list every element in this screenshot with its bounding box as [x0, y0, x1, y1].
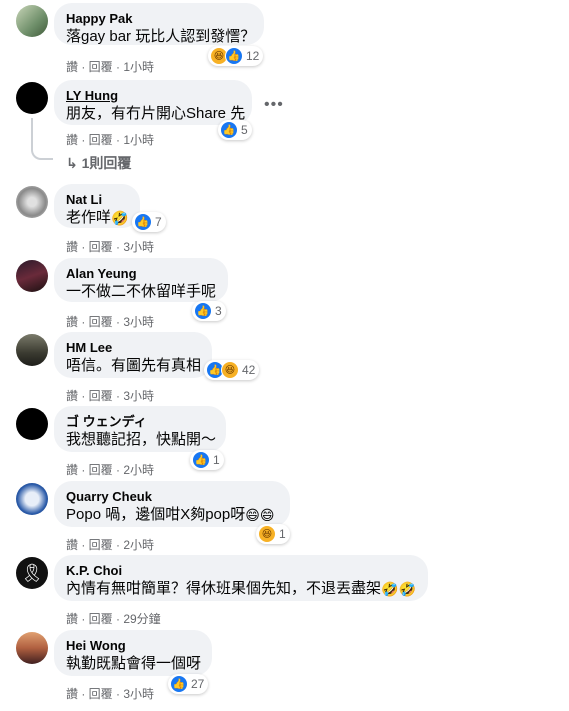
- commenter-name[interactable]: Nat Li: [66, 192, 128, 208]
- reaction-summary[interactable]: 👍 27: [168, 674, 209, 694]
- reaction-summary[interactable]: 👍 5: [218, 120, 252, 140]
- comment-bubble: Alan Yeung 一不做二不休留咩手呢: [54, 258, 228, 302]
- commenter-name[interactable]: Hei Wong: [66, 638, 200, 654]
- more-options-icon[interactable]: •••: [264, 96, 284, 114]
- commenter-name[interactable]: Happy Pak: [66, 11, 252, 27]
- laugh-emoji: 🤣: [111, 210, 129, 226]
- commenter-name[interactable]: HM Lee: [66, 340, 200, 356]
- like-icon: 👍: [225, 47, 243, 65]
- reaction-count: 3: [215, 304, 222, 318]
- reaction-count: 1: [279, 527, 286, 541]
- like-icon: 👍: [194, 302, 212, 320]
- comment-text: 朋友，有冇片開心Share 先: [66, 105, 246, 122]
- reaction-summary[interactable]: 👍 3: [192, 301, 226, 321]
- replies-label: 1則回覆: [81, 155, 132, 171]
- like-icon: 👍: [170, 675, 188, 693]
- comment-bubble: ゴ ウェンディ 我想聽記招，快點開～: [54, 406, 226, 452]
- laugh-emoji: 🤣🤣: [381, 581, 416, 597]
- avatar[interactable]: [16, 334, 48, 366]
- comment-actions[interactable]: 讚 · 回覆 · 1小時: [66, 58, 154, 75]
- reaction-count: 12: [246, 49, 260, 63]
- comment-actions[interactable]: 讚 · 回覆 · 29分鐘: [66, 610, 161, 627]
- comment-text: 落gay bar 玩比人認到發㦒？: [66, 28, 256, 45]
- reaction-summary[interactable]: 👍 😆 42: [204, 360, 260, 380]
- reaction-count: 42: [242, 363, 256, 377]
- comment-actions[interactable]: 讚 · 回覆 · 3小時: [66, 313, 154, 330]
- reaction-summary[interactable]: 😆 1: [256, 524, 290, 544]
- avatar[interactable]: [16, 408, 48, 440]
- comment-bubble: Hei Wong 執勤既點會得一個呀: [54, 630, 212, 676]
- comment-bubble: Nat Li 老作咩🤣: [54, 184, 140, 228]
- comment-actions[interactable]: 讚 · 回覆 · 1小時: [66, 131, 154, 148]
- comment-bubble: Quarry Cheuk Popo 喎，邊個咁X夠pop呀😄😄: [54, 481, 290, 527]
- thread-line: [31, 118, 53, 160]
- commenter-name[interactable]: Alan Yeung: [66, 266, 216, 282]
- comment-actions[interactable]: 讚 · 回覆 · 3小時: [66, 685, 154, 702]
- like-icon: 👍: [220, 121, 238, 139]
- avatar[interactable]: [16, 483, 48, 515]
- avatar[interactable]: 🎗: [16, 557, 48, 589]
- comment-actions[interactable]: 讚 · 回覆 · 3小時: [66, 238, 154, 255]
- haha-icon: 😆: [221, 361, 239, 379]
- avatar[interactable]: [16, 632, 48, 664]
- like-icon: 👍: [134, 213, 152, 231]
- comment-text: 內情有無咁簡單？得休班果個先知，不退丟盡架🤣🤣: [66, 580, 416, 597]
- comment-bubble: LY Hung 朋友，有冇片開心Share 先: [54, 80, 252, 125]
- commenter-name[interactable]: ゴ ウェンディ: [66, 414, 214, 430]
- comment-actions[interactable]: 讚 · 回覆 · 2小時: [66, 536, 154, 553]
- avatar[interactable]: [16, 5, 48, 37]
- reaction-count: 1: [213, 453, 220, 467]
- comment-text: Popo 喎，邊個咁X夠pop呀😄😄: [66, 506, 275, 523]
- comment-text: 我想聽記招，快點開～: [66, 431, 217, 448]
- grin-emoji: 😄😄: [245, 507, 275, 523]
- comment-actions[interactable]: 讚 · 回覆 · 2小時: [66, 461, 154, 478]
- comment-text: 執勤既點會得一個呀: [66, 655, 202, 672]
- reaction-summary[interactable]: 👍 1: [190, 450, 224, 470]
- avatar[interactable]: [16, 260, 48, 292]
- commenter-name[interactable]: K.P. Choi: [66, 563, 416, 579]
- comment-actions[interactable]: 讚 · 回覆 · 3小時: [66, 387, 154, 404]
- view-replies-link[interactable]: ↳ 1則回覆: [66, 153, 131, 173]
- comment-text: 一不做二不休留咩手呢: [66, 283, 217, 300]
- reply-arrow-icon: ↳: [66, 155, 78, 171]
- comment-bubble: HM Lee 唔信。有圖先有真相: [54, 332, 212, 378]
- comment-bubble: Happy Pak 落gay bar 玩比人認到發㦒？: [54, 3, 264, 45]
- reaction-count: 27: [191, 677, 205, 691]
- reaction-summary[interactable]: 😆 👍 12: [208, 46, 264, 66]
- comment-text: 老作咩🤣: [66, 209, 129, 226]
- avatar[interactable]: [16, 186, 48, 218]
- like-icon: 👍: [192, 451, 210, 469]
- comment-bubble: K.P. Choi 內情有無咁簡單？得休班果個先知，不退丟盡架🤣🤣: [54, 555, 428, 601]
- commenter-name[interactable]: LY Hung: [66, 88, 240, 104]
- avatar[interactable]: [16, 82, 48, 114]
- reaction-count: 5: [241, 123, 248, 137]
- reaction-count: 7: [155, 215, 162, 229]
- haha-icon: 😆: [258, 525, 276, 543]
- commenter-name[interactable]: Quarry Cheuk: [66, 489, 278, 505]
- reaction-summary[interactable]: 👍 7: [132, 212, 166, 232]
- comment-text: 唔信。有圖先有真相: [66, 357, 202, 374]
- ribbon-icon: 🎗: [20, 563, 44, 583]
